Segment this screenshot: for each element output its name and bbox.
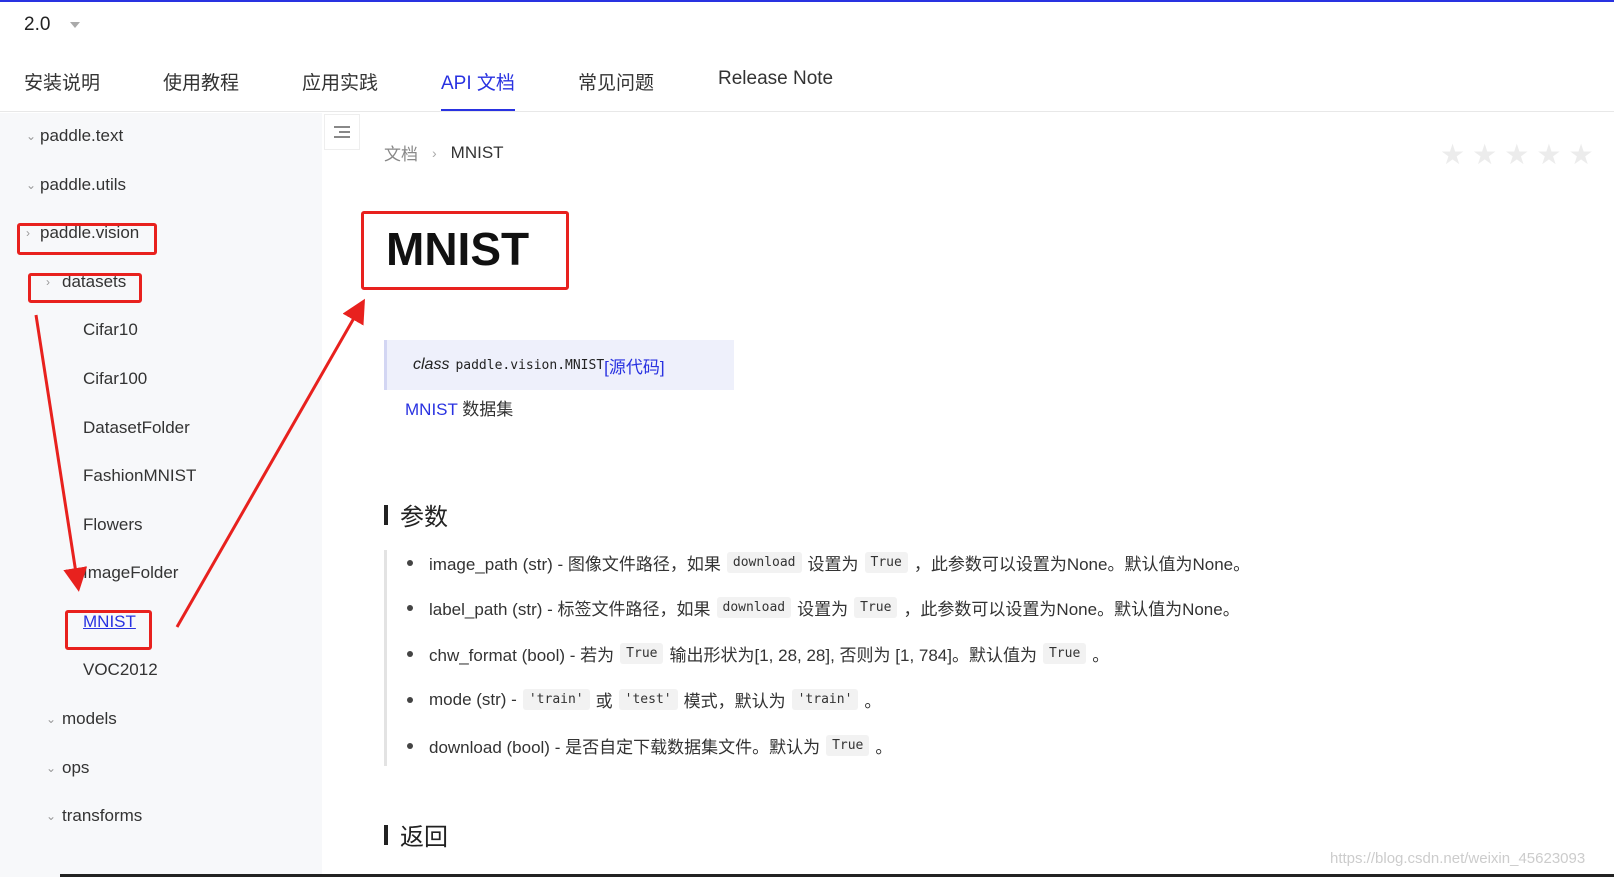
chevron-down-icon <box>70 22 81 28</box>
bullet-icon <box>407 650 413 657</box>
class-keyword: class <box>413 356 450 373</box>
returns-heading: 返回 <box>384 817 448 852</box>
sidebar-collapse-button[interactable] <box>324 114 360 150</box>
version-selector[interactable]: 2.0 <box>24 14 81 36</box>
tab-faq[interactable]: 常见问题 <box>578 68 654 109</box>
breadcrumb-current: MNIST <box>450 142 504 162</box>
bullet-icon <box>407 696 413 703</box>
sidebar-item-paddle-text[interactable]: ⌄ paddle.text <box>26 126 123 146</box>
star-icon[interactable]: ★ <box>1568 141 1593 169</box>
top-nav: 安装说明 使用教程 应用实践 API 文档 常见问题 Release Note <box>0 56 1614 112</box>
bullet-icon <box>407 604 413 611</box>
class-path: paddle.vision.MNIST <box>455 357 605 373</box>
annotation-box-mnist-link <box>65 610 152 650</box>
sidebar-item-voc2012[interactable]: VOC2012 <box>83 660 158 680</box>
star-icon[interactable]: ★ <box>1536 141 1561 169</box>
list-item: mode (str) - 'train' 或 'test' 模式，默认为 'tr… <box>407 687 881 712</box>
breadcrumb-root[interactable]: 文档 <box>384 140 418 165</box>
menu-fold-icon <box>334 123 350 141</box>
source-code-link[interactable]: [源代码] <box>604 353 664 378</box>
tab-install[interactable]: 安装说明 <box>24 68 100 109</box>
star-icon[interactable]: ★ <box>1472 141 1497 169</box>
mnist-link[interactable]: MNIST <box>405 400 458 419</box>
description: MNIST 数据集 <box>405 395 513 420</box>
bullet-icon <box>407 559 413 566</box>
bullet-icon <box>407 742 413 749</box>
sidebar-item-cifar100[interactable]: Cifar100 <box>83 369 147 389</box>
chevron-down-icon: ⌄ <box>46 712 57 726</box>
heading-bar <box>384 824 388 845</box>
tab-release-note[interactable]: Release Note <box>718 68 833 104</box>
page-title: MNIST <box>386 223 530 275</box>
sidebar-item-models[interactable]: ⌄ models <box>46 709 117 729</box>
params-list: image_path (str) - 图像文件路径，如果 download 设置… <box>384 550 1384 766</box>
description-text: 数据集 <box>457 400 514 419</box>
heading-bar <box>384 504 388 525</box>
chevron-right-icon: › <box>432 144 437 161</box>
sidebar-item-imagefolder[interactable]: ImageFolder <box>83 563 178 583</box>
class-signature: class paddle.vision.MNIST [源代码] <box>384 340 734 390</box>
annotation-box-datasets <box>28 273 142 303</box>
list-item: label_path (str) - 标签文件路径，如果 download 设置… <box>407 595 1240 620</box>
rating-stars: ★ ★ ★ ★ ★ <box>1440 141 1601 169</box>
annotation-box-paddle-vision <box>17 223 157 255</box>
star-icon[interactable]: ★ <box>1504 141 1529 169</box>
sidebar-item-flowers[interactable]: Flowers <box>83 515 143 535</box>
sidebar-item-ops[interactable]: ⌄ ops <box>46 758 89 778</box>
sidebar-item-cifar10[interactable]: Cifar10 <box>83 320 138 340</box>
chevron-down-icon: ⌄ <box>46 761 57 775</box>
star-icon[interactable]: ★ <box>1440 141 1465 169</box>
sidebar-item-datasetfolder[interactable]: DatasetFolder <box>83 418 190 438</box>
list-item: chw_format (bool) - 若为 True 输出形状为[1, 28,… <box>407 641 1109 666</box>
tab-tutorial[interactable]: 使用教程 <box>163 68 239 109</box>
list-item: download (bool) - 是否自定下载数据集文件。默认为 True 。 <box>407 733 892 758</box>
tab-practice[interactable]: 应用实践 <box>302 68 378 109</box>
top-accent-line <box>0 0 1614 2</box>
params-heading: 参数 <box>384 497 448 532</box>
list-item: image_path (str) - 图像文件路径，如果 download 设置… <box>407 550 1250 575</box>
sidebar-item-paddle-utils[interactable]: ⌄ paddle.utils <box>26 175 126 195</box>
chevron-down-icon: ⌄ <box>46 809 57 823</box>
sidebar-item-transforms[interactable]: ⌄ transforms <box>46 806 142 826</box>
tab-api-docs[interactable]: API 文档 <box>441 68 515 111</box>
watermark: https://blog.csdn.net/weixin_45623093 <box>1330 850 1586 867</box>
sidebar-item-fashionmnist[interactable]: FashionMNIST <box>83 466 196 486</box>
chevron-down-icon: ⌄ <box>26 129 37 143</box>
version-label: 2.0 <box>24 14 51 35</box>
breadcrumb: 文档 › MNIST <box>384 140 504 165</box>
chevron-down-icon: ⌄ <box>26 178 37 192</box>
